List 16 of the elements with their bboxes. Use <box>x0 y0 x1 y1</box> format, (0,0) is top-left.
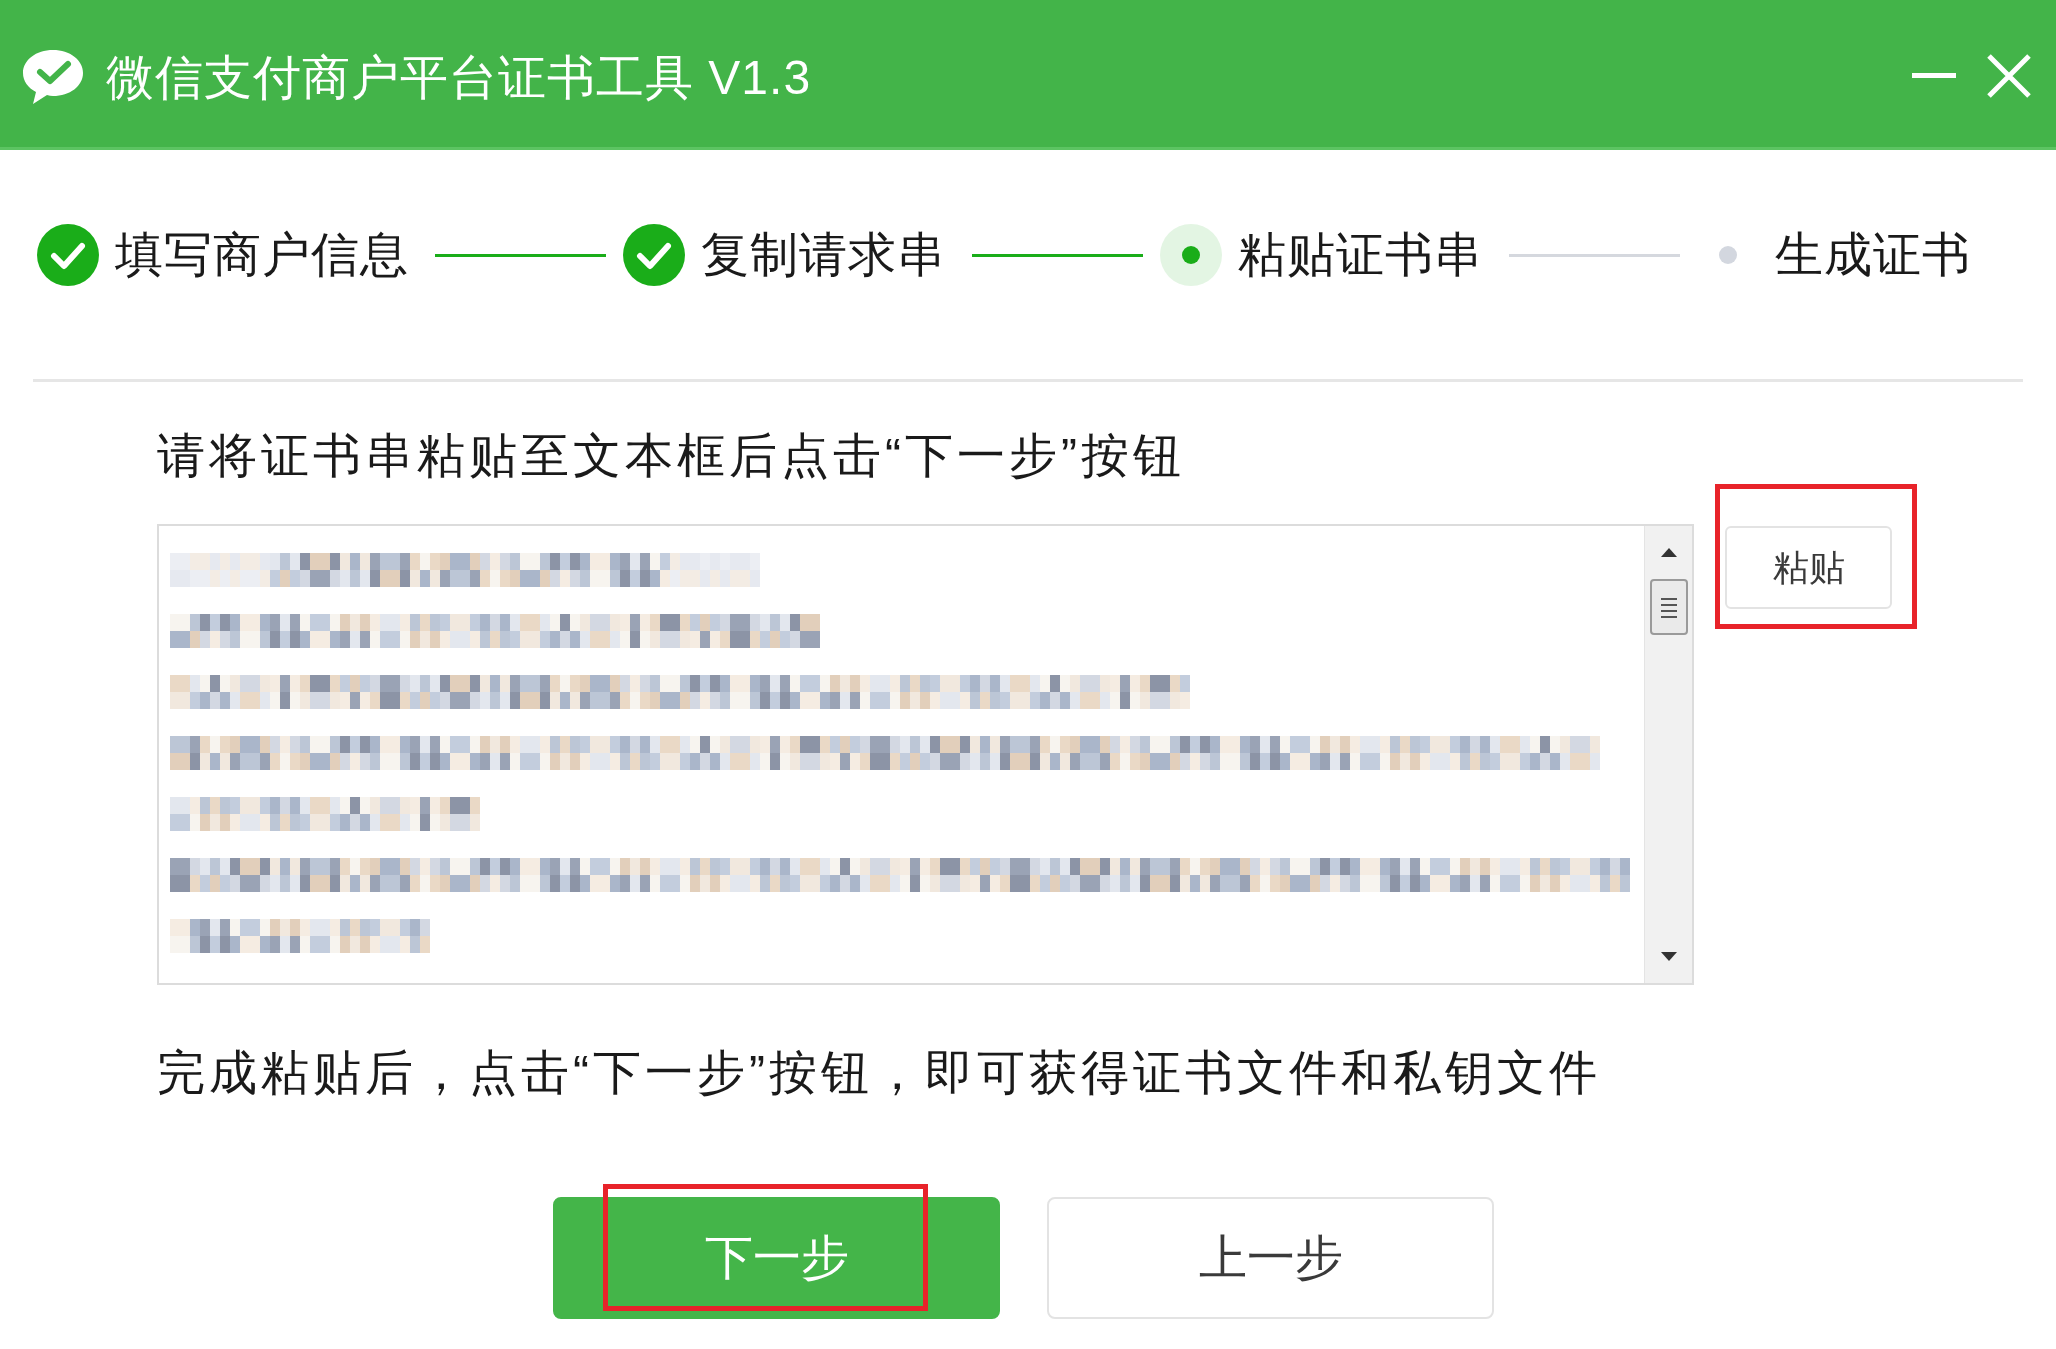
paste-button[interactable]: 粘贴 <box>1725 526 1892 609</box>
step-label: 粘贴证书串 <box>1238 227 1483 283</box>
instruction-text: 请将证书串粘贴至文本框后点击“下一步”按钮 <box>157 428 1185 484</box>
hint-text: 完成粘贴后，点击“下一步”按钮，即可获得证书文件和私钥文件 <box>157 1045 1601 1101</box>
scroll-down-arrow-icon[interactable] <box>1660 952 1677 961</box>
step-label: 生成证书 <box>1775 227 1971 283</box>
previous-step-button[interactable]: 上一步 <box>1047 1197 1494 1319</box>
scroll-up-arrow-icon[interactable] <box>1660 548 1677 557</box>
scrollbar[interactable] <box>1644 526 1692 983</box>
step-label: 填写商户信息 <box>115 227 409 283</box>
step-label: 复制请求串 <box>701 227 946 283</box>
close-icon[interactable] <box>1986 52 2032 99</box>
scrollbar-thumb[interactable] <box>1649 579 1688 635</box>
speech-bubble-icon <box>20 47 86 106</box>
window-title: 微信支付商户平台证书工具 V1.3 <box>106 49 812 106</box>
certificate-text-field[interactable] <box>157 524 1694 985</box>
